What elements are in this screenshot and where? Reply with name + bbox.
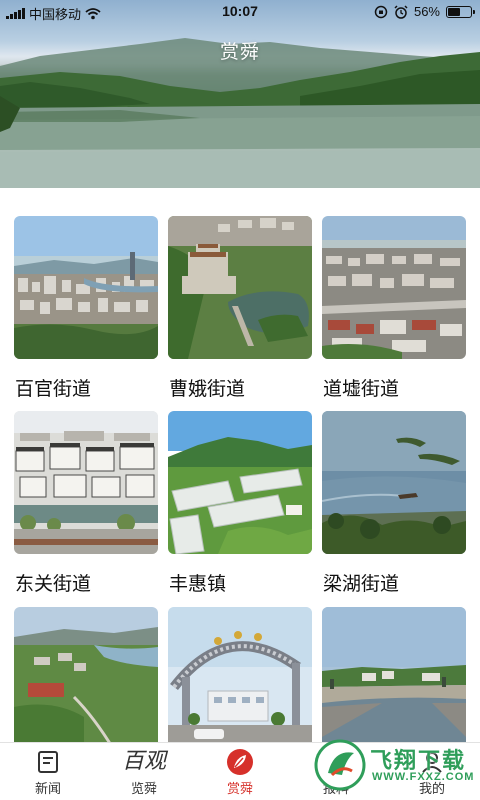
place-card[interactable]: 东关街道 [14,411,158,595]
status-right: 56% [374,4,475,19]
place-image-canal [322,607,466,750]
tab-appreciate[interactable]: 赏舜 [192,743,288,800]
lock-rotation-icon [374,5,388,18]
place-image-city [14,216,158,359]
calligraphy-logo-icon: 百观 [121,749,166,774]
place-card[interactable]: 丰惠镇 [168,411,312,595]
hero-landscape-image [0,38,480,188]
battery-icon [446,5,475,18]
place-card[interactable]: 道墟街道 [322,216,466,400]
place-image-temple [168,216,312,359]
page-title: 赏舜 [219,42,260,63]
place-image-greenhouse [168,411,312,554]
place-card[interactable] [168,607,312,750]
place-label: 道墟街道 [323,379,400,400]
place-label: 丰惠镇 [169,574,227,595]
place-card[interactable] [14,607,158,750]
hero-banner: 赏舜 [0,0,480,188]
battery-percent: 56% [413,4,440,19]
place-card[interactable] [322,607,466,750]
place-image-town [322,216,466,359]
place-image-lake [322,411,466,554]
alarm-icon [394,4,408,19]
place-card[interactable]: 百官街道 [14,216,158,400]
place-label: 百官街道 [15,379,92,400]
place-card[interactable]: 曹娥街道 [168,216,312,400]
place-label: 东关街道 [15,574,92,595]
place-card[interactable]: 梁湖街道 [322,411,466,595]
news-icon [38,751,58,773]
place-image-riverside [14,607,158,750]
tab-label: 览舜 [130,781,157,796]
watermark-url: WWW.FXXZ.COM [372,771,475,783]
place-label: 梁湖街道 [323,574,400,595]
tab-label: 赏舜 [226,781,253,796]
leaf-badge-icon [227,749,253,775]
status-bar: 中国移动 10:07 56% [0,0,480,24]
battery-level [448,7,461,16]
tab-browse[interactable]: 百观 览舜 [96,743,192,800]
tab-label: 新闻 [34,781,61,796]
place-label: 曹娥街道 [169,379,246,400]
tab-news[interactable]: 新闻 [0,743,96,800]
watermark-logo: 飞翔下载 WWW.FXXZ.COM [312,735,480,795]
place-image-arch [168,607,312,750]
place-image-white-houses [14,411,158,554]
